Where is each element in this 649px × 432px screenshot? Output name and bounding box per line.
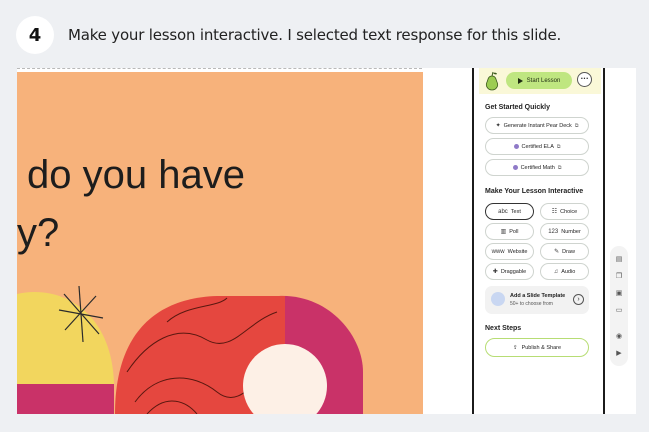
text-response-label: Text xyxy=(510,208,521,215)
slide-text-line-2: y? xyxy=(17,211,60,255)
notes-icon[interactable]: ▣ xyxy=(614,288,624,298)
choice-label: Choice xyxy=(560,208,578,215)
certified-math-button[interactable]: Certified Math ⧉ xyxy=(485,159,589,176)
draw-icon: ✎ xyxy=(554,249,560,255)
share-icon: ⇪ xyxy=(512,344,518,351)
poll-label: Poll xyxy=(509,228,519,235)
step-header: 4 Make your lesson interactive. I select… xyxy=(0,0,649,70)
choice-icon: ☷ xyxy=(551,209,558,215)
template-title: Add a Slide Template xyxy=(510,293,566,299)
magenta-band xyxy=(17,384,114,414)
screenshot: do you have y? Start Lesson ··· Get Star… xyxy=(17,68,636,414)
step-instruction: Make your lesson interactive. I selected… xyxy=(68,26,562,44)
audio-label: Audio xyxy=(561,268,576,275)
poll-button[interactable]: ▥ Poll xyxy=(485,223,534,240)
draw-label: Draw xyxy=(562,248,575,255)
pear-logo-icon xyxy=(485,71,499,91)
slide-text-line-1: do you have xyxy=(27,153,245,197)
step-number: 4 xyxy=(16,16,54,54)
generate-pear-deck-button[interactable]: ✦ Generate Instant Pear Deck ⧉ xyxy=(485,117,589,134)
publish-share-button[interactable]: ⇪ Publish & Share xyxy=(485,338,589,357)
folder-icon[interactable]: ▭ xyxy=(614,305,624,315)
next-steps-title: Next Steps xyxy=(485,325,522,332)
badge-icon xyxy=(513,144,519,149)
choice-button[interactable]: ☷ Choice xyxy=(540,203,589,220)
add-slide-template-card[interactable]: Add a Slide Template 50+ to choose from … xyxy=(485,286,589,314)
slides-icon[interactable]: ▤ xyxy=(614,254,624,264)
generate-pear-deck-label: Generate Instant Pear Deck xyxy=(503,122,572,129)
poll-icon: ▥ xyxy=(500,229,507,235)
chevron-right-icon: › xyxy=(573,294,584,305)
certified-math-label: Certified Math xyxy=(520,164,555,171)
website-label: Website xyxy=(507,248,528,255)
panel-right-border xyxy=(603,68,605,414)
panel-header: Start Lesson ··· xyxy=(479,68,601,94)
certified-ela-label: Certified ELA xyxy=(521,143,554,150)
badge-icon xyxy=(512,165,518,170)
start-lesson-button[interactable]: Start Lesson xyxy=(506,72,572,89)
template-avatar xyxy=(491,292,505,306)
text-response-icon: abc xyxy=(498,208,508,215)
draggable-label: Draggable xyxy=(500,268,527,275)
draggable-button[interactable]: ✚ Draggable xyxy=(485,263,534,280)
draggable-icon: ✚ xyxy=(492,269,498,275)
audio-button[interactable]: ♫ Audio xyxy=(540,263,589,280)
sparkle-icon: ✦ xyxy=(495,123,501,129)
number-label: Number xyxy=(561,228,581,235)
number-icon: 123 xyxy=(548,228,559,235)
website-button[interactable]: www Website xyxy=(485,243,534,260)
get-started-title: Get Started Quickly xyxy=(485,104,550,111)
draw-button[interactable]: ✎ Draw xyxy=(540,243,589,260)
layers-icon[interactable]: ❐ xyxy=(614,271,624,281)
editor-gutter xyxy=(423,68,472,414)
number-button[interactable]: 123 Number xyxy=(540,223,589,240)
template-subtitle: 50+ to choose from xyxy=(510,301,553,307)
panel-left-border xyxy=(472,68,474,414)
external-link-icon: ⧉ xyxy=(557,164,562,171)
website-icon: www xyxy=(491,248,505,255)
certified-ela-button[interactable]: Certified ELA ⧉ xyxy=(485,138,589,155)
play-icon xyxy=(517,77,523,84)
side-rail: ▤ ❐ ▣ ▭ ◉ ▶ xyxy=(610,246,628,366)
publish-share-label: Publish & Share xyxy=(521,344,562,351)
present-icon[interactable]: ▶ xyxy=(614,348,624,358)
external-link-icon: ⧉ xyxy=(574,122,579,129)
external-link-icon: ⧉ xyxy=(556,143,561,150)
yellow-shape xyxy=(17,292,114,384)
slide-canvas[interactable]: do you have y? xyxy=(17,72,423,414)
slide-illustration xyxy=(17,285,363,414)
text-response-button[interactable]: abc Text xyxy=(485,203,534,220)
start-lesson-label: Start Lesson xyxy=(526,77,561,84)
interactive-title: Make Your Lesson Interactive xyxy=(485,188,584,195)
more-options-button[interactable]: ··· xyxy=(577,72,592,87)
pear-deck-panel: Start Lesson ··· Get Started Quickly ✦ G… xyxy=(479,68,601,414)
dashed-divider xyxy=(17,68,422,69)
record-icon[interactable]: ◉ xyxy=(614,331,624,341)
audio-icon: ♫ xyxy=(553,268,559,275)
